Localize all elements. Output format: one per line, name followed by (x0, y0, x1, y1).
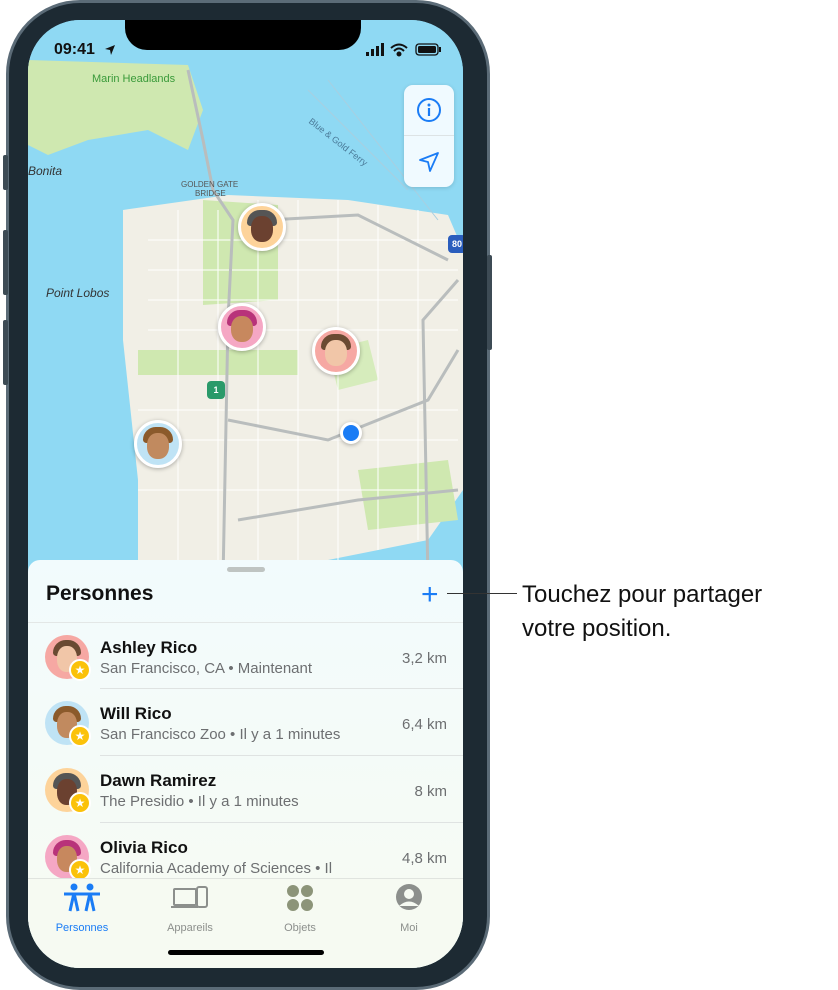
person-row[interactable]: ★ Ashley Rico San Francisco, CA • Mainte… (28, 622, 463, 689)
person-distance: 4,8 km (401, 850, 447, 867)
volume-up-button (3, 230, 8, 295)
map-pin-olivia-rico[interactable] (218, 303, 266, 351)
callout-line-2: votre position. (522, 615, 672, 642)
location-arrow-icon (419, 151, 439, 172)
my-location-dot (340, 422, 362, 444)
person-detail: The Presidio • Il y a 1 minutes (100, 793, 299, 810)
callout-text: Touchez pour partager votre position. (522, 578, 762, 646)
map-controls (404, 85, 454, 187)
info-icon (417, 98, 441, 122)
map-label-golden-gate: GOLDEN GATE (181, 180, 239, 189)
mute-switch (3, 155, 8, 190)
map-label-marin: Marin Headlands (92, 73, 176, 85)
callout-line (447, 593, 517, 594)
person-name: Olivia Rico (100, 838, 188, 857)
sheet-grabber[interactable] (227, 567, 265, 572)
map-pin-will-rico[interactable] (134, 420, 182, 468)
person-distance: 3,2 km (401, 650, 447, 667)
person-detail: San Francisco, CA • Maintenant (100, 660, 313, 677)
map-view[interactable]: Marin Headlands Bonita GOLDEN GATE BRIDG… (28, 20, 463, 581)
person-row[interactable]: ★ Dawn Ramirez The Presidio • Il y a 1 m… (28, 756, 463, 823)
person-name: Ashley Rico (100, 638, 198, 657)
notch (125, 20, 361, 50)
tab-label: Appareils (167, 922, 213, 934)
person-name: Dawn Ramirez (100, 771, 217, 790)
highway-1-shield: 1 (207, 381, 225, 399)
person-distance: 8 km (414, 783, 447, 800)
side-button (487, 255, 492, 350)
person-detail: San Francisco Zoo • Il y a 1 minutes (100, 726, 341, 743)
home-indicator[interactable] (168, 950, 324, 955)
map-label-point-lobos: Point Lobos (46, 286, 110, 300)
battery-icon (415, 43, 441, 56)
cellular-signal-icon (366, 43, 384, 56)
person-name: Will Rico (100, 704, 172, 723)
add-share-location-button[interactable]: + (421, 580, 439, 610)
tab-label: Personnes (55, 922, 109, 934)
person-detail: California Academy of Sciences • Il (100, 860, 333, 877)
sheet-title: Personnes (46, 582, 154, 605)
items-icon (287, 885, 313, 911)
wifi-icon (390, 43, 408, 57)
people-icon (64, 883, 100, 912)
tab-label: Objets (284, 922, 316, 934)
tab-objets[interactable]: Objets (255, 883, 345, 934)
person-row[interactable]: ★ Will Rico San Francisco Zoo • Il y a 1… (28, 689, 463, 756)
screen: 09:41 Marin Headlands Bonita GOLDEN GATE… (28, 20, 463, 968)
devices-icon (171, 886, 208, 908)
favorite-star-icon: ★ (69, 792, 91, 814)
status-icons (366, 43, 441, 57)
current-location-button[interactable] (404, 136, 454, 187)
tab-moi[interactable]: Moi (364, 883, 454, 934)
tab-label: Moi (400, 922, 418, 934)
map-pin-ashley-rico[interactable] (312, 327, 360, 375)
map-label-bonita: Bonita (28, 164, 63, 178)
volume-down-button (3, 320, 8, 385)
tab-personnes[interactable]: Personnes (37, 883, 127, 934)
person-circle-icon (396, 884, 422, 910)
favorite-star-icon: ★ (69, 659, 91, 681)
status-time: 09:41 (54, 41, 95, 58)
info-button[interactable] (404, 85, 454, 136)
map-pin-dawn-ramirez[interactable] (238, 203, 286, 251)
map-label-bridge: BRIDGE (195, 189, 226, 198)
callout-line-1: Touchez pour partager (522, 581, 763, 608)
map-graphic (28, 20, 463, 581)
favorite-star-icon: ★ (69, 725, 91, 747)
location-services-icon (105, 45, 115, 55)
tab-appareils[interactable]: Appareils (145, 883, 235, 934)
interstate-80-shield: 80 (448, 235, 463, 253)
person-distance: 6,4 km (401, 716, 447, 733)
